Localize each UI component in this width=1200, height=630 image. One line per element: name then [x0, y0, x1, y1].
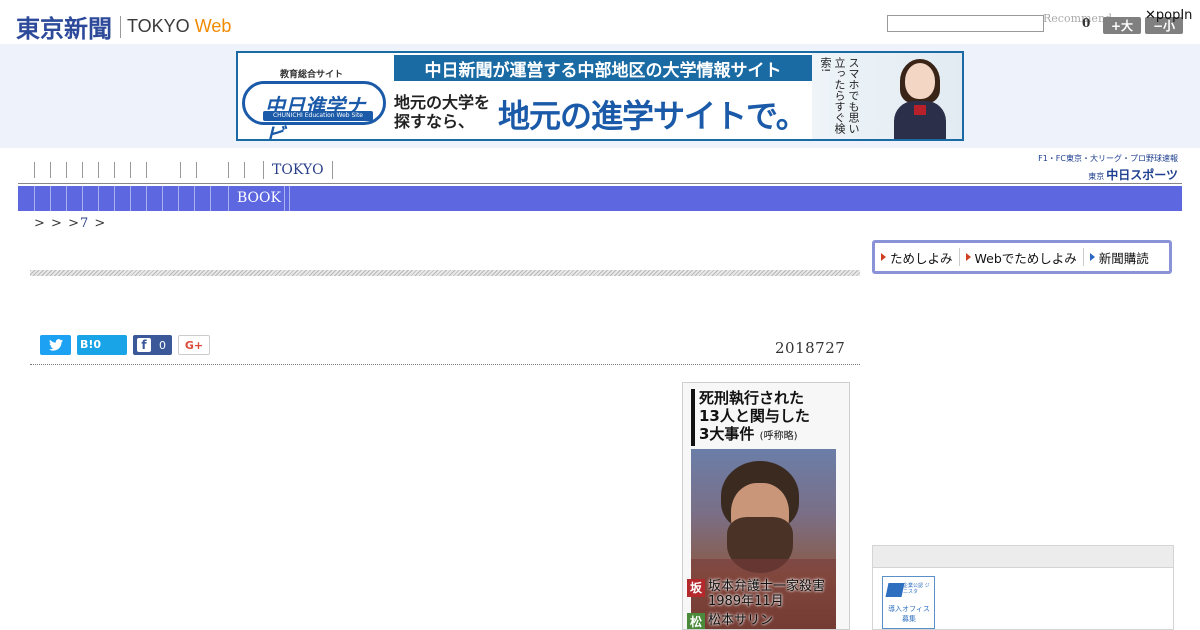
ad-subtext: 地元の大学を探すなら、	[394, 93, 491, 131]
arrow-right-icon	[965, 253, 971, 261]
category-nav: BOOK	[18, 186, 1182, 211]
trial-reading-link[interactable]: ためしよみ	[875, 248, 960, 266]
site-header: 東京新聞 TOKYO Web Recommended by 0 +大 −小 ✕p…	[0, 0, 1200, 44]
figure-row-2: 松 松本サリン	[687, 613, 774, 629]
article-figure[interactable]: 死刑執行された 13人と関与した 3大事件 (呼称略) 坂 坂本弁護士一家殺害 …	[682, 382, 850, 630]
logo-tokyo: TOKYO	[127, 16, 190, 36]
nav-item[interactable]	[130, 162, 131, 178]
sidebar-panel: 企業公認 ジニスタ 導入オフィス 募集	[872, 545, 1174, 630]
logo-japanese: 東京新聞	[16, 15, 112, 43]
twitter-share-button[interactable]	[40, 335, 71, 355]
category-nav-item[interactable]	[146, 186, 147, 211]
category-nav-book[interactable]: BOOK	[228, 186, 290, 211]
facebook-icon: f	[137, 338, 151, 352]
nav-item[interactable]	[146, 162, 147, 178]
breadcrumb: > > >7 >	[34, 216, 106, 231]
category-nav-item[interactable]	[162, 186, 163, 211]
nav-item[interactable]	[82, 162, 83, 178]
figure-row-1: 坂 坂本弁護士一家殺害 1989年11月	[687, 579, 825, 609]
nav-item[interactable]	[66, 162, 67, 178]
article-date: 2018727	[775, 339, 846, 357]
category-nav-item[interactable]	[34, 186, 35, 211]
sidebar-panel-header	[873, 546, 1173, 568]
nav-item[interactable]	[180, 162, 181, 178]
facebook-share-button[interactable]: f 0	[133, 335, 172, 355]
facebook-count: 0	[159, 338, 166, 352]
popin-close-button[interactable]: ✕popIn	[1145, 8, 1192, 23]
breadcrumb-separator: >	[51, 216, 63, 231]
category-nav-item[interactable]	[178, 186, 179, 211]
hatena-bookmark-button[interactable]: B!0	[77, 335, 127, 355]
logo-divider	[120, 15, 121, 38]
category-nav-item[interactable]	[114, 186, 115, 211]
google-plus-share-button[interactable]: G+	[178, 335, 210, 355]
newspaper-subscription-link[interactable]: 新聞購読	[1084, 248, 1155, 266]
web-trial-reading-link[interactable]: Webでためしよみ	[960, 248, 1084, 266]
main-nav: TOKYO	[18, 158, 1182, 184]
ad-logo: 教育総合サイト 中日進学ナビ CHUNICHI Education Web Si…	[242, 61, 386, 139]
breadcrumb-separator: >	[94, 216, 107, 231]
chunichi-tagline: F1・FC東京・大リーグ・プロ野球速報	[1038, 154, 1178, 163]
chunichi-sports-link[interactable]: F1・FC東京・大リーグ・プロ野球速報 東京 中日スポーツ	[1026, 153, 1178, 182]
figure-title: 死刑執行された 13人と関与した 3大事件 (呼称略)	[691, 389, 841, 446]
nav-item-tokyo[interactable]: TOKYO	[263, 161, 333, 179]
badge-small-text: 企業公認 ジニスタ	[903, 583, 930, 595]
ad-banner[interactable]: 教育総合サイト 中日進学ナビ CHUNICHI Education Web Si…	[236, 51, 964, 141]
figure-row-text: 坂本弁護士一家殺害	[708, 579, 826, 594]
ad-photo-caption: スマホでも思い立ったらすぐ検索!	[819, 57, 860, 134]
ad-headline: 中日新聞が運営する中部地区の大学情報サイト	[394, 55, 812, 81]
recommend-count: 0	[1082, 16, 1091, 30]
nav-item[interactable]	[34, 162, 35, 178]
category-nav-item[interactable]	[66, 186, 67, 211]
category-nav-item[interactable]	[194, 186, 195, 211]
nav-item[interactable]	[244, 162, 245, 178]
figure-row-tag: 坂	[687, 579, 705, 597]
ad-model-image	[892, 59, 948, 139]
nav-item[interactable]	[114, 162, 115, 178]
twitter-icon	[48, 339, 63, 351]
badge-logo-icon	[885, 583, 905, 597]
chunichi-logo: 東京 中日スポーツ	[1088, 168, 1178, 182]
logo-web: Web	[194, 16, 232, 36]
share-buttons: B!0 f 0 G+	[40, 335, 210, 355]
nav-item[interactable]	[98, 162, 99, 178]
breadcrumb-separator: >	[34, 216, 46, 231]
office-recruit-badge[interactable]: 企業公認 ジニスタ 導入オフィス 募集	[882, 576, 935, 629]
badge-text: 導入オフィス 募集	[888, 605, 930, 623]
nav-item[interactable]	[50, 162, 51, 178]
category-nav-item[interactable]	[210, 186, 211, 211]
ad-photo: スマホでも思い立ったらすぐ検索!	[812, 53, 962, 139]
figure-row-text: 松本サリン	[708, 613, 774, 628]
category-nav-item[interactable]	[98, 186, 99, 211]
category-nav-item[interactable]	[284, 186, 285, 211]
search-input[interactable]	[887, 15, 1044, 32]
site-logo[interactable]: 東京新聞 TOKYO Web	[16, 9, 231, 44]
category-nav-item[interactable]	[50, 186, 51, 211]
ad-slogan: 地元の進学サイトで。	[498, 97, 808, 135]
category-nav-item[interactable]	[82, 186, 83, 211]
arrow-right-icon	[881, 253, 886, 261]
ad-logo-tagline: 教育総合サイト	[280, 70, 344, 80]
ad-logo-pill: 中日進学ナビ CHUNICHI Education Web Site	[242, 81, 386, 139]
font-size-up-button[interactable]: +大	[1103, 17, 1141, 34]
article-title-rule	[30, 270, 860, 276]
date-divider	[30, 364, 860, 365]
subscription-box: ためしよみ Webでためしよみ 新聞購読	[872, 240, 1172, 274]
figure-row-date: 1989年11月	[708, 594, 784, 609]
nav-item[interactable]	[228, 162, 229, 178]
arrow-right-icon	[1089, 253, 1095, 261]
category-nav-item[interactable]	[130, 186, 131, 211]
breadcrumb-separator: >	[68, 216, 80, 231]
ad-logo-strip: CHUNICHI Education Web Site	[263, 111, 373, 121]
breadcrumb-link[interactable]: 7	[80, 216, 89, 231]
figure-row-tag: 松	[687, 613, 705, 629]
nav-item[interactable]	[196, 162, 197, 178]
